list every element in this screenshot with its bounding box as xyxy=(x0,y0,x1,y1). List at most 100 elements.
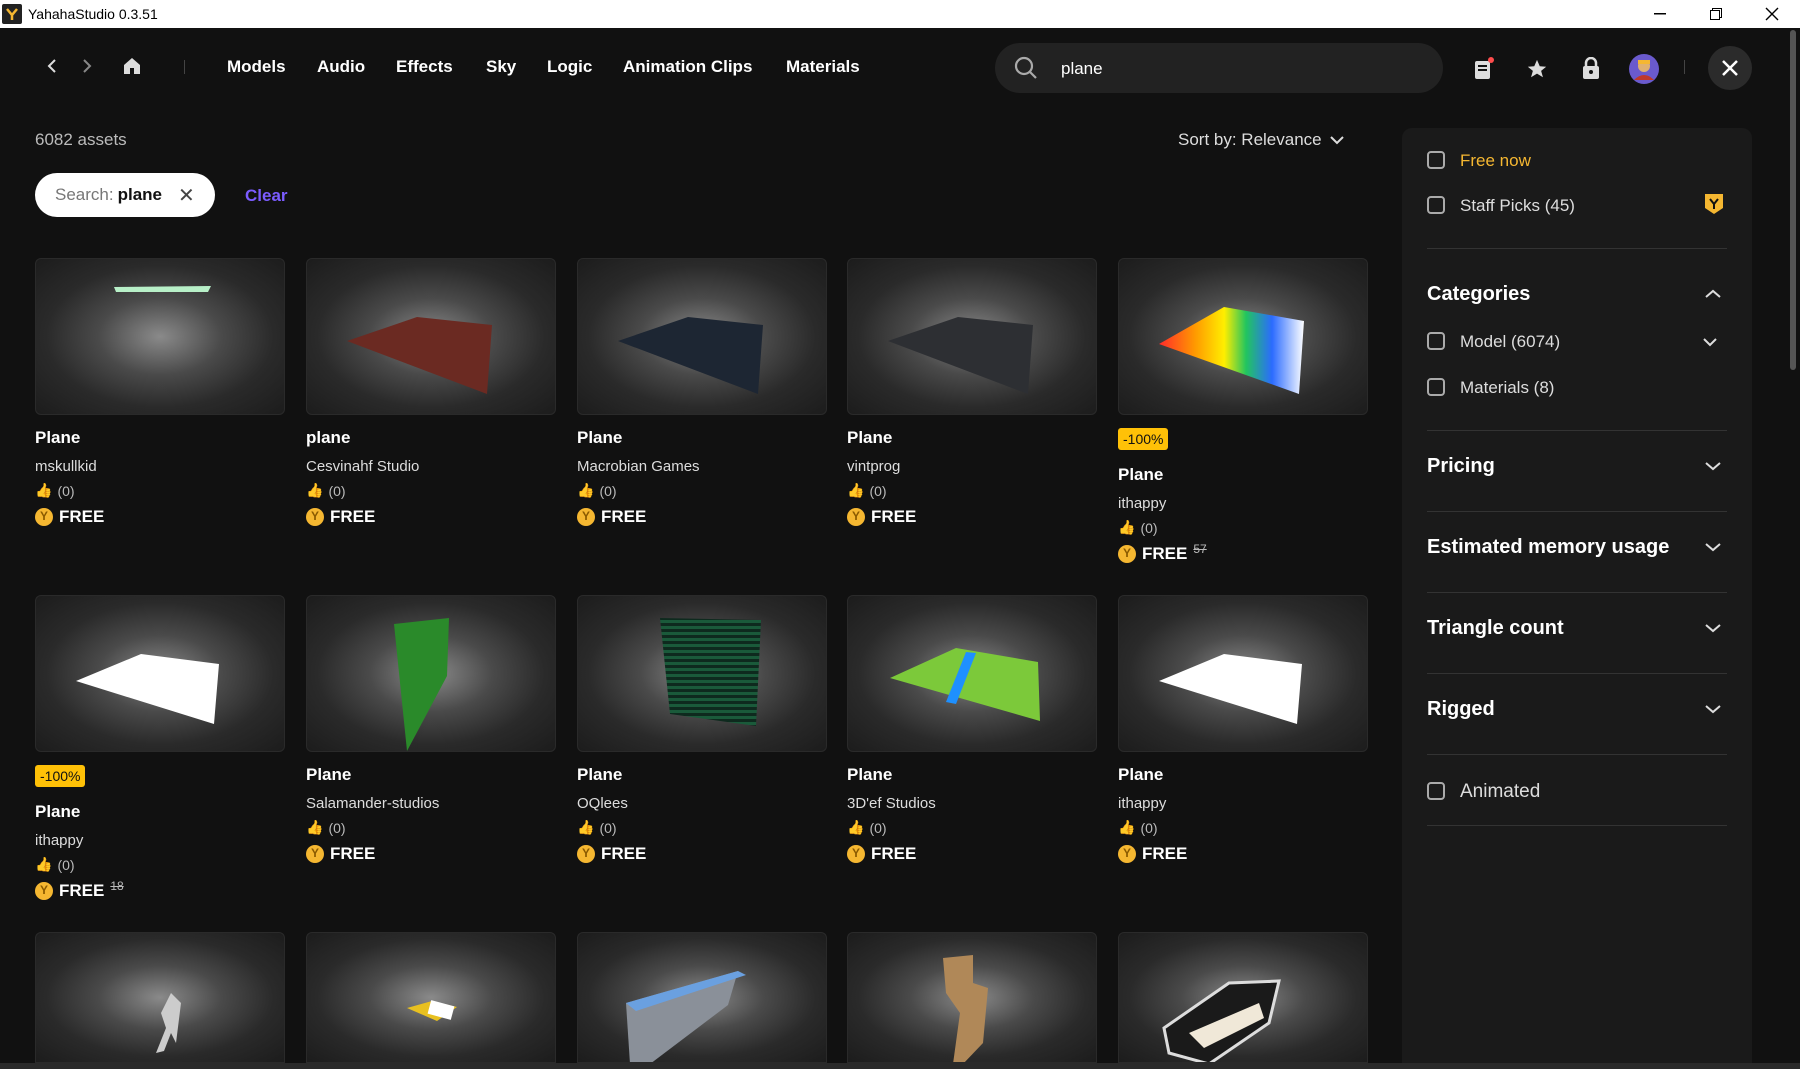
chevron-down-icon[interactable] xyxy=(1703,456,1723,476)
asset-author[interactable]: ithappy xyxy=(35,832,83,849)
asset-thumbnail[interactable] xyxy=(847,595,1097,752)
nav-models[interactable]: Models xyxy=(227,57,286,77)
original-price: 57 xyxy=(1193,542,1207,556)
materials-label[interactable]: Materials (8) xyxy=(1460,378,1554,398)
asset-name[interactable]: Plane xyxy=(577,428,622,448)
model-checkbox[interactable] xyxy=(1427,332,1445,350)
asset-rating: 👍 (0) xyxy=(847,482,887,499)
asset-thumbnail[interactable] xyxy=(35,595,285,752)
asset-thumbnail[interactable] xyxy=(577,258,827,415)
asset-author[interactable]: 3D'ef Studios xyxy=(847,795,936,812)
back-button[interactable] xyxy=(38,52,66,80)
triangle-count-heading[interactable]: Triangle count xyxy=(1427,617,1564,640)
search-input[interactable] xyxy=(1059,53,1423,85)
asset-author[interactable]: Salamander-studios xyxy=(306,795,439,812)
chevron-down-icon[interactable] xyxy=(1700,332,1720,352)
asset-author[interactable]: vintprog xyxy=(847,458,900,475)
free-now-checkbox[interactable] xyxy=(1427,151,1445,169)
asset-thumbnail[interactable] xyxy=(35,258,285,415)
chevron-down-icon[interactable] xyxy=(1703,618,1723,638)
staff-picks-checkbox[interactable] xyxy=(1427,196,1445,214)
asset-thumbnail[interactable] xyxy=(306,595,556,752)
chevron-up-icon[interactable] xyxy=(1703,284,1723,304)
asset-thumbnail[interactable] xyxy=(1118,595,1368,752)
nav-materials[interactable]: Materials xyxy=(786,57,860,77)
animated-checkbox[interactable] xyxy=(1427,782,1445,800)
thumbs-up-icon: 👍 xyxy=(1118,519,1136,535)
asset-name[interactable]: Plane xyxy=(577,765,622,785)
categories-heading[interactable]: Categories xyxy=(1427,283,1530,306)
thumbs-up-icon: 👍 xyxy=(35,482,53,498)
memory-usage-heading[interactable]: Estimated memory usage xyxy=(1427,536,1669,559)
chevron-down-icon[interactable] xyxy=(1703,537,1723,557)
search-box[interactable] xyxy=(995,43,1443,93)
home-button[interactable] xyxy=(118,52,146,80)
scrollbar[interactable] xyxy=(1790,30,1796,370)
asset-author[interactable]: Macrobian Games xyxy=(577,458,700,475)
sort-dropdown[interactable]: Sort by: Relevance xyxy=(1178,130,1344,150)
panel-divider xyxy=(1427,430,1727,431)
user-avatar[interactable] xyxy=(1629,54,1659,84)
asset-name[interactable]: plane xyxy=(306,428,350,448)
model-label[interactable]: Model (6074) xyxy=(1460,332,1560,352)
asset-price: FREE xyxy=(847,507,916,527)
restore-button[interactable] xyxy=(1688,0,1744,28)
favorites-button[interactable] xyxy=(1522,54,1552,84)
chevron-down-icon[interactable] xyxy=(1703,699,1723,719)
asset-author[interactable]: Cesvinahf Studio xyxy=(306,458,419,475)
asset-thumbnail[interactable] xyxy=(1118,258,1368,415)
asset-name[interactable]: Plane xyxy=(847,428,892,448)
asset-thumbnail[interactable] xyxy=(1118,932,1368,1063)
asset-price: FREE18 xyxy=(35,879,124,901)
asset-name[interactable]: Plane xyxy=(35,428,80,448)
notifications-button[interactable] xyxy=(1468,54,1498,84)
free-now-label[interactable]: Free now xyxy=(1460,151,1531,171)
search-icon xyxy=(1014,56,1037,79)
asset-author[interactable]: mskullkid xyxy=(35,458,97,475)
panel-divider xyxy=(1427,825,1727,826)
nav-separator xyxy=(184,60,185,74)
asset-price: FREE xyxy=(306,507,375,527)
asset-thumbnail[interactable] xyxy=(35,932,285,1063)
discount-badge: -100% xyxy=(1118,428,1169,450)
nav-effects[interactable]: Effects xyxy=(396,57,453,77)
nav-logic[interactable]: Logic xyxy=(547,57,592,77)
coin-icon xyxy=(577,845,595,863)
nav-sky[interactable]: Sky xyxy=(486,57,516,77)
nav-audio[interactable]: Audio xyxy=(317,57,365,77)
rigged-heading[interactable]: Rigged xyxy=(1427,698,1495,721)
title-bar: YahahaStudio 0.3.51 xyxy=(0,0,1800,28)
asset-thumbnail[interactable] xyxy=(577,595,827,752)
forward-button[interactable] xyxy=(73,52,101,80)
minimize-button[interactable] xyxy=(1632,0,1688,28)
asset-author[interactable]: ithappy xyxy=(1118,795,1166,812)
close-store-button[interactable] xyxy=(1708,46,1752,90)
asset-author[interactable]: OQlees xyxy=(577,795,628,812)
asset-thumbnail[interactable] xyxy=(306,932,556,1063)
asset-thumbnail[interactable] xyxy=(577,932,827,1063)
pricing-heading[interactable]: Pricing xyxy=(1427,455,1495,478)
clear-filters-link[interactable]: Clear xyxy=(245,186,288,206)
nav-animation-clips[interactable]: Animation Clips xyxy=(623,57,752,77)
asset-rating: 👍 (0) xyxy=(306,482,346,499)
asset-name[interactable]: Plane xyxy=(1118,465,1163,485)
asset-thumbnail[interactable] xyxy=(847,258,1097,415)
asset-name[interactable]: Plane xyxy=(35,802,80,822)
window-close-button[interactable] xyxy=(1744,0,1800,28)
bottom-strip xyxy=(0,1063,1800,1069)
purchases-button[interactable] xyxy=(1576,54,1606,84)
asset-name[interactable]: Plane xyxy=(306,765,351,785)
materials-checkbox[interactable] xyxy=(1427,378,1445,396)
coin-icon xyxy=(1118,845,1136,863)
thumbs-up-icon: 👍 xyxy=(577,482,595,498)
animated-label[interactable]: Animated xyxy=(1460,781,1540,803)
chip-remove-icon[interactable]: ✕ xyxy=(178,183,195,208)
asset-thumbnail[interactable] xyxy=(306,258,556,415)
asset-name[interactable]: Plane xyxy=(1118,765,1163,785)
staff-picks-label[interactable]: Staff Picks (45) xyxy=(1460,196,1575,216)
asset-thumbnail[interactable] xyxy=(847,932,1097,1063)
asset-price: FREE xyxy=(847,844,916,864)
asset-author[interactable]: ithappy xyxy=(1118,495,1166,512)
thumbs-up-icon: 👍 xyxy=(577,819,595,835)
asset-name[interactable]: Plane xyxy=(847,765,892,785)
